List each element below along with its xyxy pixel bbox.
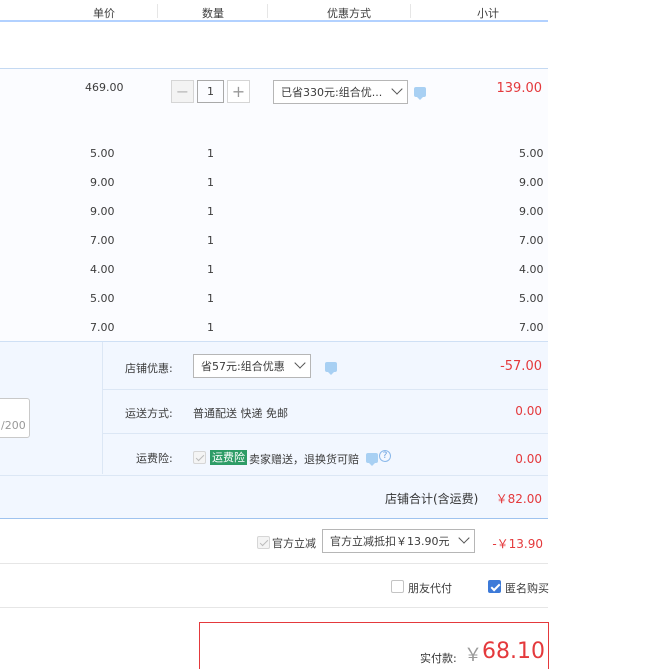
sub-item-subtotal: 5.00 (519, 147, 544, 160)
official-discount-select[interactable]: 官方立减抵扣￥13.90元 (322, 529, 475, 553)
divider (0, 563, 548, 564)
official-discount-checkbox[interactable] (257, 536, 270, 549)
header-discount: 优惠方式 (327, 7, 371, 20)
official-discount-label: 官方立减 (272, 537, 316, 550)
chevron-down-icon (458, 532, 470, 544)
header-qty: 数量 (202, 7, 224, 20)
sub-item-subtotal: 5.00 (519, 292, 544, 305)
message-icon[interactable] (325, 362, 337, 375)
item-promo-value: 已省330元:组合优... (281, 86, 383, 99)
shop-discount-select[interactable]: 省57元:组合优惠 (193, 354, 311, 378)
sub-item-price: 5.00 (90, 292, 115, 305)
sub-item-price: 7.00 (90, 234, 115, 247)
header-price: 单价 (93, 7, 115, 20)
insurance-tag: 运费险 (210, 450, 247, 465)
sub-item-qty: 1 (207, 321, 214, 334)
help-icon[interactable]: ? (379, 450, 391, 462)
sub-item-subtotal: 7.00 (519, 234, 544, 247)
shop-total-amount: ￥82.00 (495, 492, 542, 506)
main-item-price: 469.00 (85, 81, 124, 94)
insurance-desc: 卖家赠送，退换货可赔 (249, 453, 359, 466)
message-icon[interactable] (366, 453, 378, 466)
insurance-checkbox[interactable] (193, 451, 206, 464)
divider (103, 433, 548, 434)
shipping-value: 普通配送 快递 免邮 (193, 407, 288, 420)
divider (0, 607, 548, 608)
shipping-amount: 0.00 (515, 404, 542, 418)
chevron-down-icon (294, 357, 306, 369)
payment-summary: 实付款: ￥ 68.10 (199, 622, 549, 669)
payment-amount: 68.10 (482, 639, 545, 664)
friend-pay-label: 朋友代付 (408, 582, 452, 595)
decrease-button[interactable]: − (171, 80, 194, 103)
header-divider (410, 4, 411, 18)
payment-label: 实付款: (420, 652, 457, 665)
quantity-stepper[interactable]: − 1 + (171, 80, 250, 104)
header-subtotal: 小计 (477, 7, 499, 20)
sub-item-subtotal: 7.00 (519, 321, 544, 334)
sub-item-price: 5.00 (90, 147, 115, 160)
sub-item-subtotal: 9.00 (519, 176, 544, 189)
sub-item-qty: 1 (207, 292, 214, 305)
main-item-subtotal: 139.00 (496, 81, 543, 96)
sub-item-price: 9.00 (90, 205, 115, 218)
anonymous-checkbox[interactable] (488, 580, 501, 593)
header-divider (267, 4, 268, 18)
quantity-input[interactable]: 1 (197, 80, 224, 103)
message-icon[interactable] (414, 87, 426, 100)
sub-item-subtotal: 9.00 (519, 205, 544, 218)
sub-item-qty: 1 (207, 234, 214, 247)
shop-discount-label: 店铺优惠: (125, 362, 173, 375)
memo-counter: /200 (1, 419, 26, 432)
anonymous-label: 匿名购买 (505, 582, 549, 595)
sub-item-subtotal: 4.00 (519, 263, 544, 276)
shop-summary: /200 店铺优惠: 省57元:组合优惠 -57.00 运送方式: 普通配送 快… (0, 341, 548, 519)
memo-textarea[interactable]: /200 (0, 398, 30, 438)
sub-item-price: 7.00 (90, 321, 115, 334)
shop-discount-amount: -57.00 (500, 359, 542, 374)
divider (103, 389, 548, 390)
shipping-label: 运送方式: (125, 407, 173, 420)
sub-item-qty: 1 (207, 147, 214, 160)
header-divider (157, 4, 158, 18)
insurance-label: 运费险: (136, 452, 173, 465)
friend-pay-checkbox[interactable] (391, 580, 404, 593)
sub-item-price: 4.00 (90, 263, 115, 276)
shop-total-label: 店铺合计(含运费) (385, 492, 479, 506)
sub-item-qty: 1 (207, 176, 214, 189)
divider (0, 475, 548, 476)
table-header: 单价 数量 优惠方式 小计 (0, 0, 548, 22)
divider (102, 342, 103, 474)
sub-item-price: 9.00 (90, 176, 115, 189)
item-promo-select[interactable]: 已省330元:组合优... (273, 80, 408, 104)
chevron-down-icon (391, 83, 403, 95)
sub-item-qty: 1 (207, 205, 214, 218)
order-item-block: 469.00 − 1 + 已省330元:组合优... 139.00 5.00 1… (0, 68, 548, 341)
increase-button[interactable]: + (227, 80, 250, 103)
shop-discount-value: 省57元:组合优惠 (201, 360, 285, 373)
sub-item-qty: 1 (207, 263, 214, 276)
currency-symbol: ￥ (464, 645, 482, 666)
official-discount-amount: -￥13.90 (492, 537, 543, 551)
official-discount-value: 官方立减抵扣￥13.90元 (330, 535, 450, 548)
insurance-amount: 0.00 (515, 452, 542, 466)
